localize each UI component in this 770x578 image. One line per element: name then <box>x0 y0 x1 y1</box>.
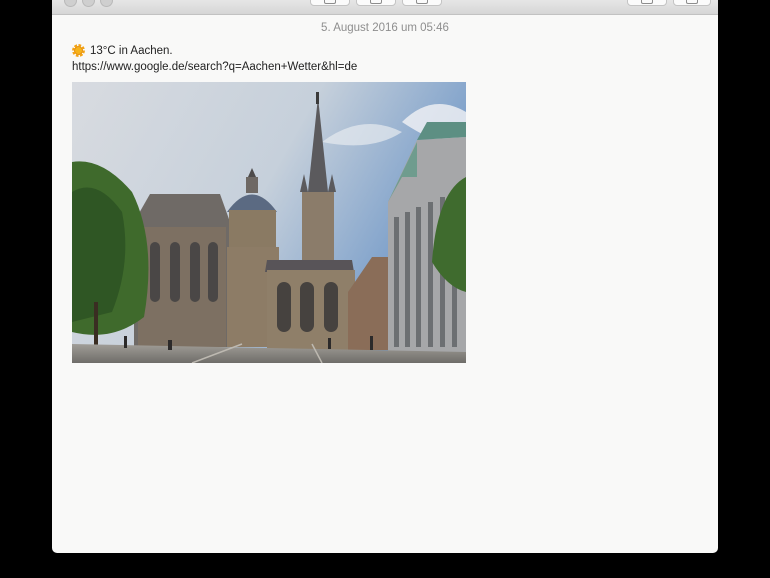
compose-icon <box>686 0 698 4</box>
share-icon <box>641 0 653 4</box>
sun-icon <box>72 44 85 57</box>
cathedral-photo[interactable] <box>72 82 466 363</box>
weather-text: 13°C in Aachen. <box>90 44 173 57</box>
lock-icon <box>370 0 382 4</box>
notes-window: 5. August 2016 um 05:46 13°C in Aachen. … <box>52 0 718 553</box>
share-button[interactable] <box>627 0 667 6</box>
weather-line: 13°C in Aachen. <box>72 44 173 57</box>
close-window-icon[interactable] <box>64 0 77 7</box>
cathedral-photo-image <box>72 82 466 363</box>
delete-note-button[interactable] <box>310 0 350 6</box>
lock-note-button[interactable] <box>356 0 396 6</box>
compose-button[interactable] <box>673 0 711 6</box>
titlebar <box>52 0 718 15</box>
zoom-window-icon[interactable] <box>100 0 113 7</box>
trash-icon <box>324 0 336 4</box>
attachments-button[interactable] <box>402 0 442 6</box>
note-date: 5. August 2016 um 05:46 <box>321 22 449 34</box>
media-icon <box>416 0 428 4</box>
search-link[interactable]: https://www.google.de/search?q=Aachen+We… <box>72 61 357 73</box>
minimize-window-icon[interactable] <box>82 0 95 7</box>
